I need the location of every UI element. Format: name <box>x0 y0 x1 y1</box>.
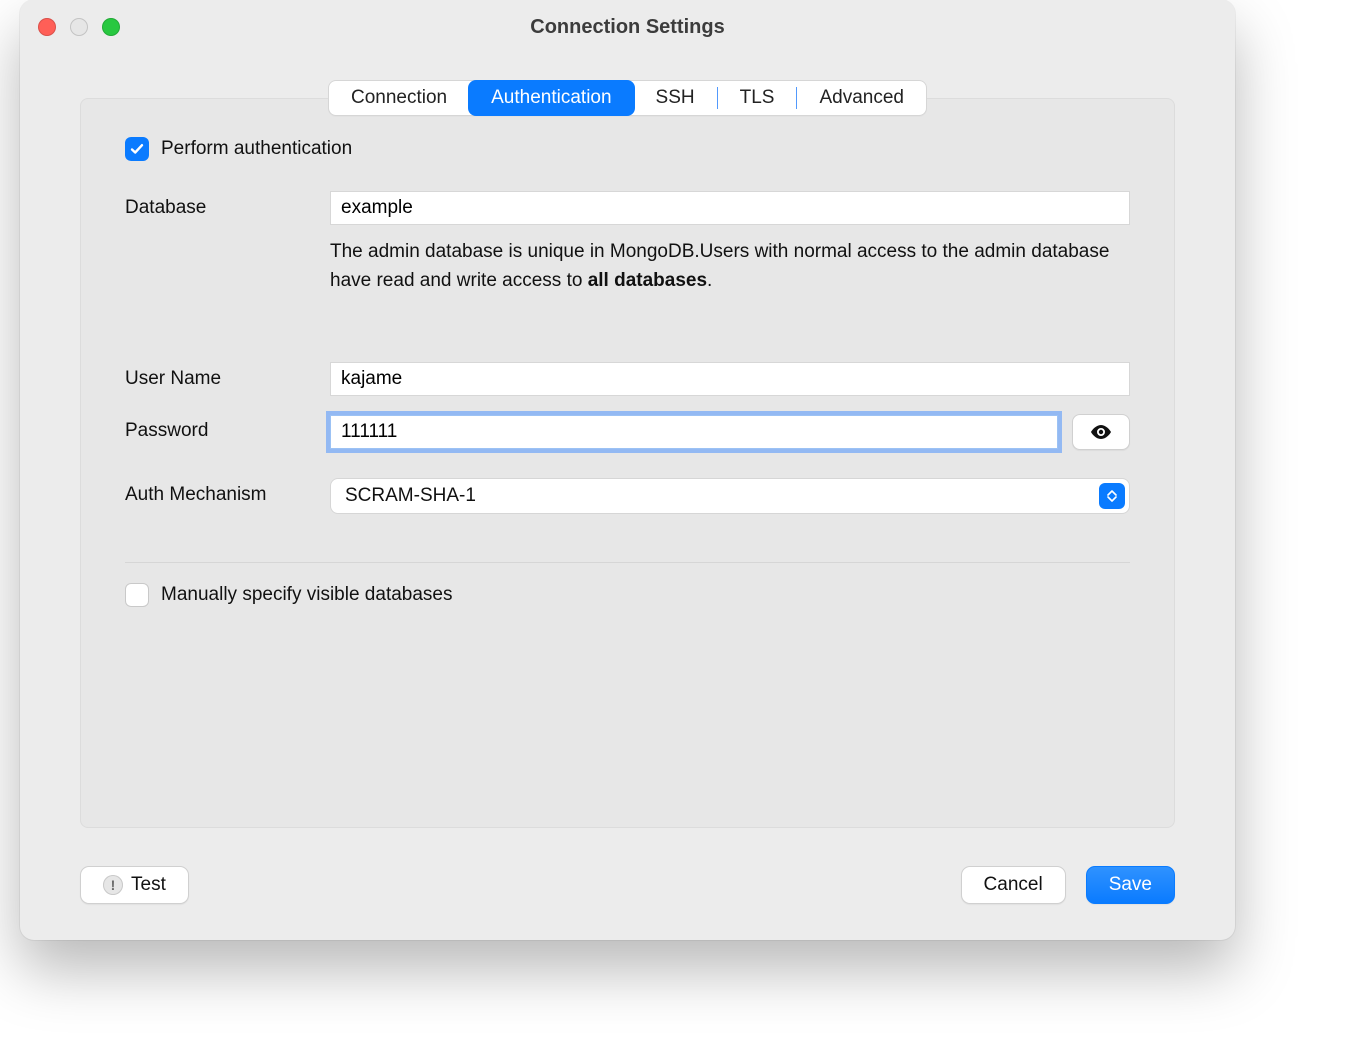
select-chevron-icon <box>1099 483 1125 509</box>
dialog-window: Connection Settings Connection Authentic… <box>20 0 1235 940</box>
manual-databases-label: Manually specify visible databases <box>161 584 453 606</box>
manual-databases-checkbox[interactable] <box>125 583 149 607</box>
perform-auth-checkbox[interactable] <box>125 137 149 161</box>
database-label: Database <box>125 191 330 219</box>
perform-auth-label: Perform authentication <box>161 138 352 160</box>
username-input[interactable] <box>330 362 1130 396</box>
close-window-icon[interactable] <box>38 18 56 36</box>
tab-ssh[interactable]: SSH <box>634 81 717 115</box>
save-button[interactable]: Save <box>1086 866 1175 904</box>
footer-button-group: Cancel Save <box>961 866 1175 904</box>
password-label: Password <box>125 414 330 442</box>
segmented-tabs: Connection Authentication SSH TLS Advanc… <box>328 80 927 116</box>
tab-advanced[interactable]: Advanced <box>797 81 926 115</box>
check-icon <box>129 141 145 157</box>
auth-mechanism-select[interactable]: SCRAM-SHA-1 <box>330 478 1130 514</box>
database-hint-text: The admin database is unique in MongoDB.… <box>330 241 1109 291</box>
zoom-window-icon[interactable] <box>102 18 120 36</box>
tab-tls[interactable]: TLS <box>718 81 797 115</box>
test-button-label: Test <box>131 874 166 896</box>
minimize-window-icon <box>70 18 88 36</box>
auth-mechanism-value: SCRAM-SHA-1 <box>345 485 476 507</box>
save-button-label: Save <box>1109 874 1152 896</box>
password-input[interactable] <box>330 415 1058 449</box>
dialog-footer: ! Test Cancel Save <box>80 866 1175 904</box>
exclamation-icon: ! <box>103 875 123 895</box>
test-button[interactable]: ! Test <box>80 866 189 904</box>
database-hint-bold: all databases <box>588 270 707 291</box>
database-input[interactable] <box>330 191 1130 225</box>
toggle-password-visibility-button[interactable] <box>1072 414 1130 450</box>
database-hint-text-2: . <box>707 270 712 291</box>
eye-icon <box>1089 420 1113 444</box>
username-label: User Name <box>125 362 330 390</box>
titlebar: Connection Settings <box>20 0 1235 54</box>
auth-mechanism-label: Auth Mechanism <box>125 478 330 506</box>
cancel-button-label: Cancel <box>984 874 1043 896</box>
tab-connection[interactable]: Connection <box>329 81 469 115</box>
window-title: Connection Settings <box>530 16 724 39</box>
traffic-lights <box>38 18 120 36</box>
auth-panel: Perform authentication Database The admi… <box>80 98 1175 828</box>
database-hint: The admin database is unique in MongoDB.… <box>330 237 1130 296</box>
cancel-button[interactable]: Cancel <box>961 866 1066 904</box>
tab-authentication[interactable]: Authentication <box>468 80 634 116</box>
divider <box>125 562 1130 563</box>
